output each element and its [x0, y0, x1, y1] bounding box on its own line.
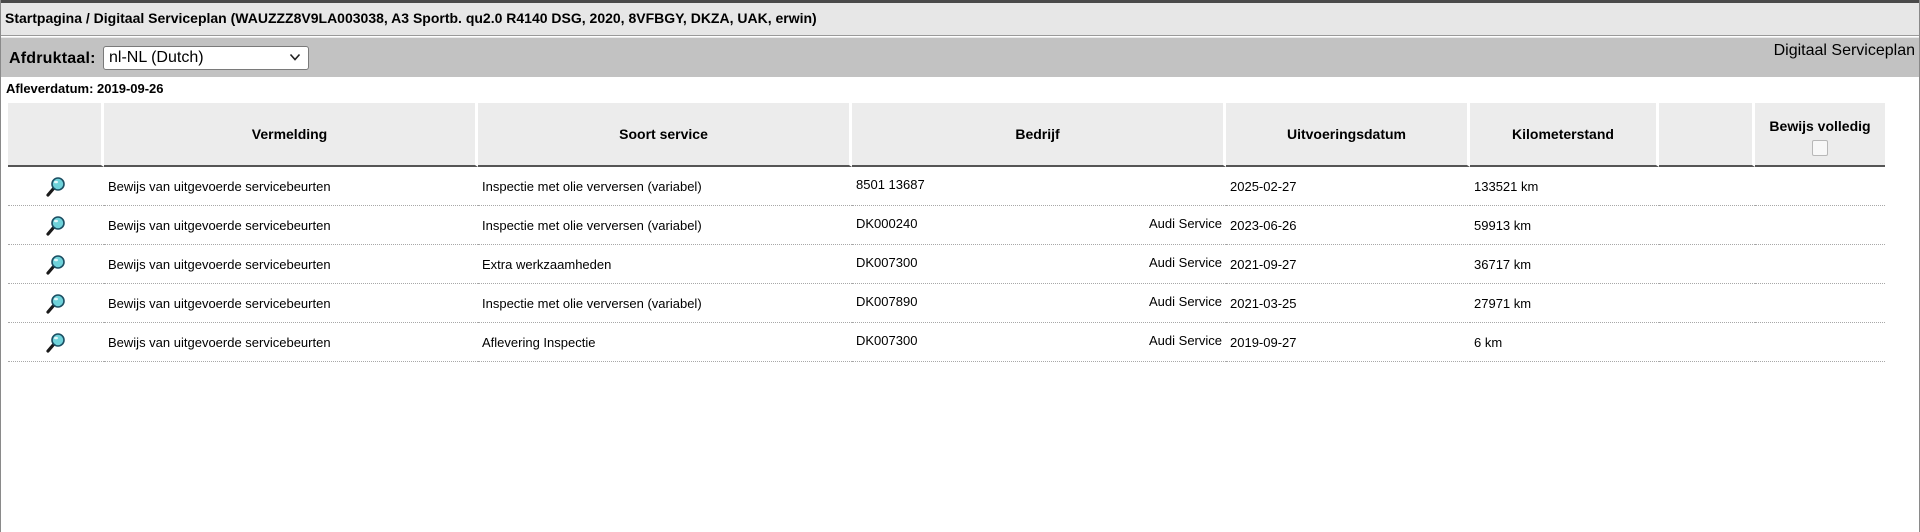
company-cell: DK000240 Audi Service [852, 206, 1226, 245]
company-name: Audi Service [1149, 216, 1222, 231]
chevron-down-icon [289, 53, 301, 61]
proof-complete-cell [1755, 206, 1885, 245]
proof-complete-label: Bewijs volledig [1769, 117, 1871, 134]
entry-cell: Bewijs van uitgevoerde servicebeurten [104, 323, 478, 362]
table-row: Bewijs van uitgevoerde servicebeurten Ins… [8, 206, 1885, 245]
company-code: 8501 13687 [856, 177, 925, 192]
mileage-cell: 59913 km [1470, 206, 1659, 245]
empty-cell [1659, 206, 1755, 245]
company-name: Audi Service [1149, 255, 1222, 270]
company-cell: DK007890 Audi Service [852, 284, 1226, 323]
execution-date-cell: 2019-09-27 [1226, 323, 1470, 362]
company-code: DK000240 [856, 216, 918, 231]
table-row: Bewijs van uitgevoerde servicebeurten Ins… [8, 167, 1885, 206]
mileage-cell: 27971 km [1470, 284, 1659, 323]
row-action-cell [8, 206, 104, 245]
company-cell: DK007300 Audi Service [852, 323, 1226, 362]
empty-cell [1659, 284, 1755, 323]
toolbar: Afdruktaal: nl-NL (Dutch) Digitaal Servi… [1, 37, 1919, 77]
column-header-company[interactable]: Bedrijf [852, 103, 1226, 167]
company-code: DK007890 [856, 294, 918, 309]
company-cell: DK007300 Audi Service [852, 245, 1226, 284]
row-action-cell [8, 245, 104, 284]
row-action-cell [8, 284, 104, 323]
column-header-service-type[interactable]: Soort service [478, 103, 852, 167]
service-type-cell: Inspectie met olie verversen (variabel) [478, 206, 852, 245]
entry-cell: Bewijs van uitgevoerde servicebeurten [104, 245, 478, 284]
service-history-table: Vermelding Soort service Bedrijf Uitvoer… [8, 103, 1885, 362]
execution-date-cell: 2025-02-27 [1226, 167, 1470, 206]
column-header-proof-complete: Bewijs volledig [1755, 103, 1885, 167]
empty-cell [1659, 245, 1755, 284]
proof-complete-cell [1755, 245, 1885, 284]
row-action-cell [8, 323, 104, 362]
table-row: Bewijs van uitgevoerde servicebeurten Ext… [8, 245, 1885, 284]
magnifier-icon[interactable] [45, 176, 67, 198]
service-type-cell: Inspectie met olie verversen (variabel) [478, 167, 852, 206]
company-code: DK007300 [856, 333, 918, 348]
service-type-cell: Extra werkzaamheden [478, 245, 852, 284]
proof-complete-checkbox[interactable] [1812, 139, 1828, 156]
column-header-execution-date[interactable]: Uitvoeringsdatum [1226, 103, 1470, 167]
proof-complete-cell [1755, 167, 1885, 206]
mileage-cell: 6 km [1470, 323, 1659, 362]
row-action-cell [8, 167, 104, 206]
table-row: Bewijs van uitgevoerde servicebeurten Ins… [8, 284, 1885, 323]
table-row: Bewijs van uitgevoerde servicebeurten Afl… [8, 323, 1885, 362]
company-cell: 8501 13687 [852, 167, 1226, 206]
service-type-cell: Inspectie met olie verversen (variabel) [478, 284, 852, 323]
page-title: Digitaal Serviceplan [1773, 42, 1915, 59]
company-name: Audi Service [1149, 294, 1222, 309]
icon-column-header [8, 103, 104, 167]
entry-cell: Bewijs van uitgevoerde servicebeurten [104, 206, 478, 245]
company-name: Audi Service [1149, 333, 1222, 348]
execution-date-cell: 2023-06-26 [1226, 206, 1470, 245]
breadcrumb-bar: Startpagina / Digitaal Serviceplan (WAUZ… [1, 0, 1919, 36]
entry-cell: Bewijs van uitgevoerde servicebeurten [104, 167, 478, 206]
mileage-cell: 36717 km [1470, 245, 1659, 284]
company-code: DK007300 [856, 255, 918, 270]
print-language-select[interactable]: nl-NL (Dutch) [103, 46, 309, 70]
table-header-row: Vermelding Soort service Bedrijf Uitvoer… [8, 103, 1885, 167]
execution-date-cell: 2021-09-27 [1226, 245, 1470, 284]
proof-complete-cell [1755, 323, 1885, 362]
magnifier-icon[interactable] [45, 332, 67, 354]
column-header-entry[interactable]: Vermelding [104, 103, 478, 167]
magnifier-icon[interactable] [45, 293, 67, 315]
delivery-date: Afleverdatum: 2019-09-26 [6, 81, 164, 96]
execution-date-cell: 2021-03-25 [1226, 284, 1470, 323]
print-language-label: Afdruktaal: [9, 50, 96, 67]
empty-column-header [1659, 103, 1755, 167]
breadcrumb[interactable]: Startpagina / Digitaal Serviceplan (WAUZ… [5, 10, 817, 26]
magnifier-icon[interactable] [45, 254, 67, 276]
column-header-mileage[interactable]: Kilometerstand [1470, 103, 1659, 167]
empty-cell [1659, 323, 1755, 362]
mileage-cell: 133521 km [1470, 167, 1659, 206]
empty-cell [1659, 167, 1755, 206]
print-language-value: nl-NL (Dutch) [109, 49, 204, 66]
proof-complete-cell [1755, 284, 1885, 323]
magnifier-icon[interactable] [45, 215, 67, 237]
entry-cell: Bewijs van uitgevoerde servicebeurten [104, 284, 478, 323]
service-type-cell: Aflevering Inspectie [478, 323, 852, 362]
